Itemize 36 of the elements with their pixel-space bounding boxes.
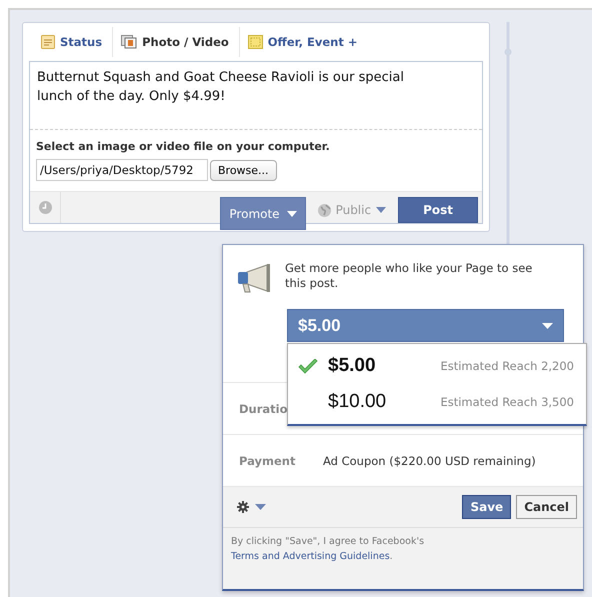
- detail-value: Ad Coupon ($220.00 USD remaining): [323, 454, 536, 468]
- browse-button[interactable]: Browse...: [210, 160, 277, 180]
- post-button[interactable]: Post: [398, 197, 478, 223]
- budget-option[interactable]: $5.00 Estimated Reach 2,200: [288, 348, 586, 384]
- clock-icon: [38, 201, 52, 214]
- save-button[interactable]: Save: [462, 495, 512, 519]
- note-icon: [41, 35, 55, 49]
- upload-prompt: Select an image or video file on your computer.: [36, 140, 331, 153]
- file-path-field[interactable]: /Users/priya/Desktop/5792: [36, 159, 208, 181]
- detail-label: Duratio: [239, 402, 289, 416]
- detail-label: Payment: [239, 454, 296, 468]
- promote-button[interactable]: Promote: [220, 197, 306, 230]
- globe-icon: [318, 204, 331, 216]
- budget-amount: $5.00: [328, 355, 377, 377]
- terms-link[interactable]: Terms and Advertising Guidelines: [231, 551, 390, 562]
- offer-icon: [248, 35, 263, 49]
- caret-icon: [255, 504, 266, 510]
- legal-notice: By clicking "Save", I agree to Facebook's Terms and Advertising Guidelines.: [223, 528, 583, 589]
- composer-tab[interactable]: Photo / Video: [117, 27, 240, 57]
- estimated-reach: Estimated Reach 2,200: [440, 359, 574, 373]
- composer-tab[interactable]: Offer, Event +: [244, 27, 368, 57]
- caret-icon: [542, 322, 553, 328]
- composer-tab[interactable]: Status: [37, 27, 114, 57]
- cancel-button[interactable]: Cancel: [516, 495, 577, 519]
- photo-icon: [121, 35, 138, 49]
- post-text-field[interactable]: Butternut Squash and Goat Cheese Ravioli is our special lunch of the day. Only $4.99!: [30, 62, 482, 130]
- settings-menu-button[interactable]: [237, 501, 266, 513]
- gear-icon: [237, 501, 249, 513]
- budget-option[interactable]: $10.00 Estimated Reach 3,500: [288, 384, 586, 420]
- budget-amount: $10.00: [328, 391, 388, 413]
- caret-icon: [376, 207, 386, 213]
- caret-icon: [286, 210, 297, 216]
- budget-dropdown[interactable]: $5.00: [287, 309, 564, 342]
- estimated-reach: Estimated Reach 3,500: [440, 395, 574, 409]
- promote-message: Get more people who like your Page to see this post.: [285, 261, 534, 292]
- megaphone-icon: [237, 263, 271, 293]
